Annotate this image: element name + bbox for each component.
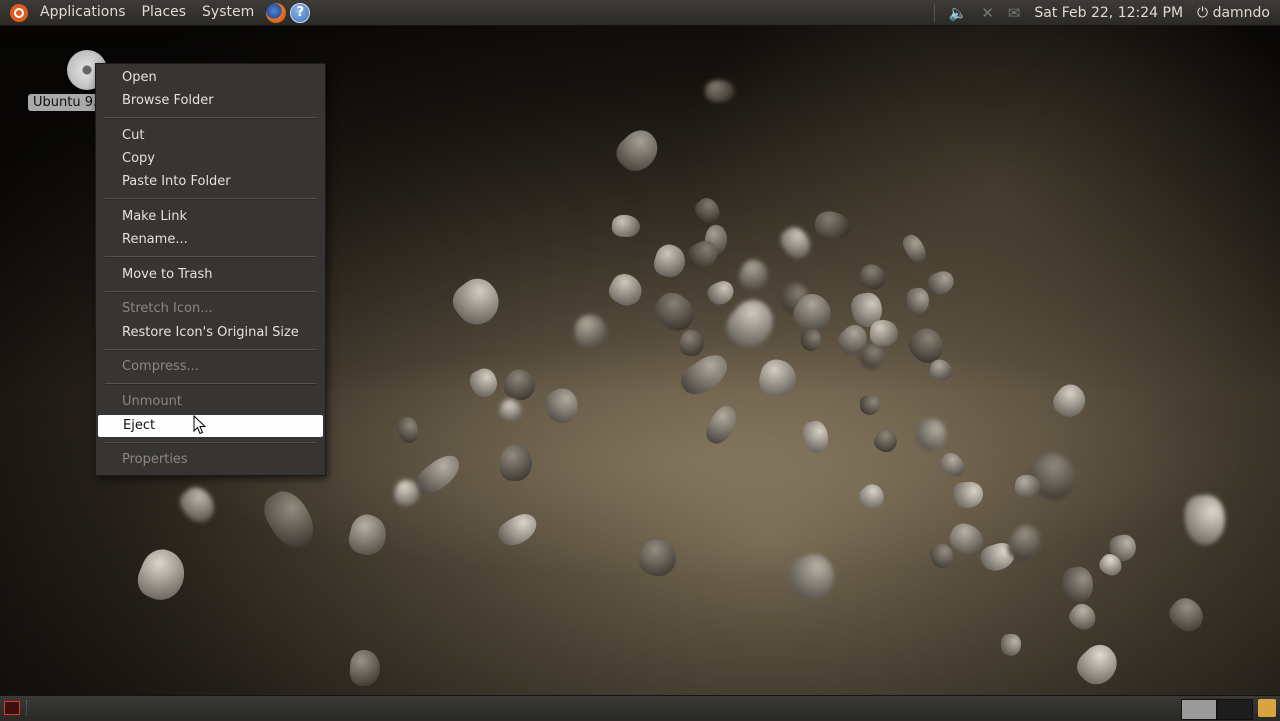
menu-item-cut[interactable]: Cut [97, 125, 324, 147]
menu-separator [105, 349, 316, 351]
menu-item-move-to-trash[interactable]: Move to Trash [97, 264, 324, 286]
wallpaper-stone [705, 80, 735, 102]
menu-separator [105, 442, 316, 444]
menu-separator [105, 198, 316, 200]
trash-icon[interactable] [1258, 699, 1276, 717]
menu-separator [105, 256, 316, 258]
top-panel: Applications Places System ? 🔈 ✕ ✉ Sat F… [0, 0, 1280, 26]
tray-separator [934, 4, 935, 22]
menu-item-make-link[interactable]: Make Link [97, 206, 324, 228]
system-tray: 🔈 ✕ ✉ Sat Feb 22, 12:24 PM ⏻ damndo [934, 4, 1280, 22]
menu-item-properties: Properties [97, 449, 324, 471]
show-desktop-icon[interactable] [4, 701, 20, 715]
panel-handle[interactable] [26, 700, 31, 716]
workspace-1[interactable] [1181, 699, 1217, 720]
system-menu[interactable]: System [194, 0, 262, 25]
user-name: damndo [1213, 5, 1270, 21]
wallpaper-stone [1015, 475, 1042, 498]
bottom-panel [0, 695, 1280, 721]
network-icon[interactable]: ✕ [981, 4, 994, 22]
places-menu[interactable]: Places [134, 0, 195, 25]
mail-icon[interactable]: ✉ [1008, 4, 1021, 22]
volume-icon[interactable]: 🔈 [949, 4, 968, 22]
menu-item-unmount: Unmount [97, 391, 324, 413]
menu-separator [105, 291, 316, 293]
applications-menu[interactable]: Applications [32, 0, 134, 25]
menu-item-rename[interactable]: Rename... [97, 229, 324, 251]
menu-item-eject[interactable]: Eject [98, 415, 323, 437]
menu-item-copy[interactable]: Copy [97, 148, 324, 170]
menu-item-browse-folder[interactable]: Browse Folder [97, 90, 324, 112]
menu-item-open[interactable]: Open [97, 67, 324, 89]
desktop-icon-label: Ubuntu 9. [28, 94, 102, 111]
menu-separator [105, 383, 316, 385]
menu-separator [105, 117, 316, 119]
power-icon: ⏻ [1197, 5, 1208, 21]
context-menu: Open Browse Folder Cut Copy Paste Into F… [95, 63, 326, 476]
firefox-icon[interactable] [266, 3, 286, 23]
menu-item-paste-into-folder[interactable]: Paste Into Folder [97, 171, 324, 193]
ubuntu-logo-icon[interactable] [10, 4, 28, 22]
menu-item-restore-icon-size[interactable]: Restore Icon's Original Size [97, 322, 324, 344]
clock[interactable]: Sat Feb 22, 12:24 PM [1034, 5, 1183, 21]
menu-item-compress: Compress... [97, 356, 324, 378]
menu-item-stretch-icon: Stretch Icon... [97, 298, 324, 320]
main-menu-bar: Applications Places System ? [0, 0, 310, 25]
help-icon[interactable]: ? [290, 3, 310, 23]
workspace-2[interactable] [1217, 699, 1253, 720]
user-menu[interactable]: ⏻ damndo [1197, 5, 1270, 21]
wallpaper-stone [870, 320, 898, 346]
mouse-cursor-icon [193, 415, 207, 435]
